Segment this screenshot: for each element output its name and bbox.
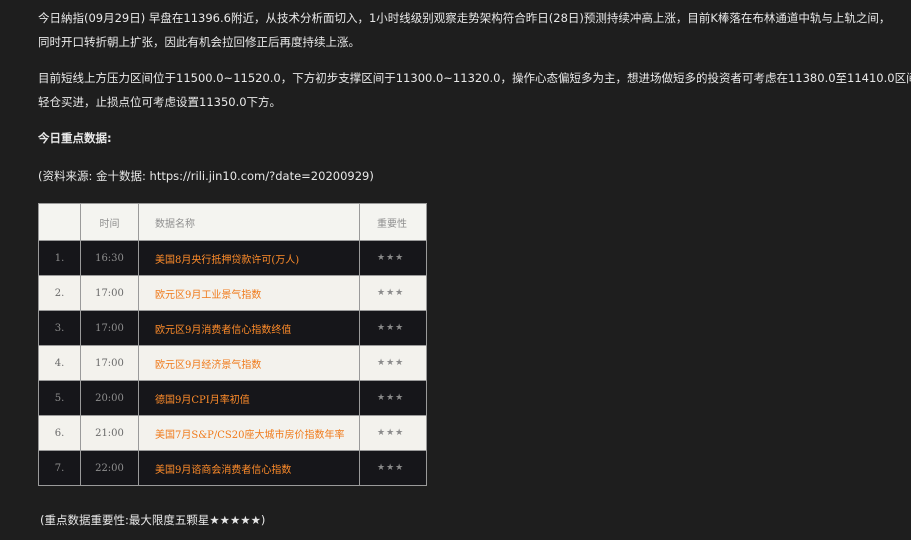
table-row: 7. 22:00 美国9月谘商会消费者信心指数 ★★★ <box>38 450 427 486</box>
analysis-paragraph-1-line-1: 今日納指(09月29日) 早盘在11396.6附近，从技术分析面切入，1小时线级… <box>38 11 891 25</box>
analysis-paragraph-1-line-2: 同时开口转折朝上扩张，因此有机会拉回修正后再度持续上涨。 <box>38 35 360 49</box>
row-data-name: 欧元区9月经济景气指数 <box>138 345 360 381</box>
header-data-name: 数据名称 <box>138 203 360 241</box>
row-time: 17:00 <box>80 310 139 346</box>
analysis-paragraph-2-line-1: 目前短线上方压力区间位于11500.0~11520.0，下方初步支撑区间于113… <box>38 71 911 85</box>
row-time: 22:00 <box>80 450 139 486</box>
row-time: 16:30 <box>80 240 139 276</box>
row-data-name: 美国9月谘商会消费者信心指数 <box>138 450 360 486</box>
table-header-row: 时间 数据名称 重要性 <box>38 203 427 241</box>
row-data-name: 欧元区9月工业景气指数 <box>138 275 360 311</box>
row-importance-stars: ★★★ <box>359 240 427 276</box>
header-time: 时间 <box>80 203 139 241</box>
row-number: 5. <box>38 380 81 416</box>
economic-calendar-table: 时间 数据名称 重要性 1. 16:30 美国8月央行抵押贷款许可(万人) ★★★ 2.… <box>38 203 427 486</box>
analysis-paragraph-2-line-2: 轻仓买进，止损点位可考虑设置11350.0下方。 <box>38 95 282 109</box>
table-row: 5. 20:00 德国9月CPI月率初值 ★★★ <box>38 380 427 416</box>
row-time: 17:00 <box>80 345 139 381</box>
table-row: 6. 21:00 美国7月S&P/CS20座大城市房价指数年率 ★★★ <box>38 415 427 451</box>
row-number: 4. <box>38 345 81 381</box>
row-data-name: 德国9月CPI月率初值 <box>138 380 360 416</box>
table-row: 3. 17:00 欧元区9月消费者信心指数终值 ★★★ <box>38 310 427 346</box>
row-importance-stars: ★★★ <box>359 275 427 311</box>
analysis-paragraph-2: 目前短线上方压力区间位于11500.0~11520.0，下方初步支撑区间于113… <box>38 66 911 114</box>
data-source-note: (资料来源: 金十数据: https://rili.jin10.com/?dat… <box>38 169 374 183</box>
row-data-name: 美国8月央行抵押贷款许可(万人) <box>138 240 360 276</box>
row-number: 2. <box>38 275 81 311</box>
table-row: 4. 17:00 欧元区9月经济景气指数 ★★★ <box>38 345 427 381</box>
row-importance-stars: ★★★ <box>359 310 427 346</box>
row-number: 1. <box>38 240 81 276</box>
row-time: 21:00 <box>80 415 139 451</box>
row-number: 7. <box>38 450 81 486</box>
row-importance-stars: ★★★ <box>359 415 427 451</box>
table-row: 1. 16:30 美国8月央行抵押贷款许可(万人) ★★★ <box>38 240 427 276</box>
analysis-paragraph-1: 今日納指(09月29日) 早盘在11396.6附近，从技术分析面切入，1小时线级… <box>38 6 891 54</box>
row-number: 3. <box>38 310 81 346</box>
row-number: 6. <box>38 415 81 451</box>
row-data-name: 美国7月S&P/CS20座大城市房价指数年率 <box>138 415 360 451</box>
row-time: 17:00 <box>80 275 139 311</box>
key-data-heading: 今日重点数据: <box>38 131 112 145</box>
row-time: 20:00 <box>80 380 139 416</box>
header-number <box>38 203 81 241</box>
header-importance: 重要性 <box>359 203 427 241</box>
table-row: 2. 17:00 欧元区9月工业景气指数 ★★★ <box>38 275 427 311</box>
row-importance-stars: ★★★ <box>359 380 427 416</box>
row-importance-stars: ★★★ <box>359 345 427 381</box>
row-importance-stars: ★★★ <box>359 450 427 486</box>
importance-footnote: (重点数据重要性:最大限度五颗星★★★★★) <box>40 513 266 527</box>
row-data-name: 欧元区9月消费者信心指数终值 <box>138 310 360 346</box>
